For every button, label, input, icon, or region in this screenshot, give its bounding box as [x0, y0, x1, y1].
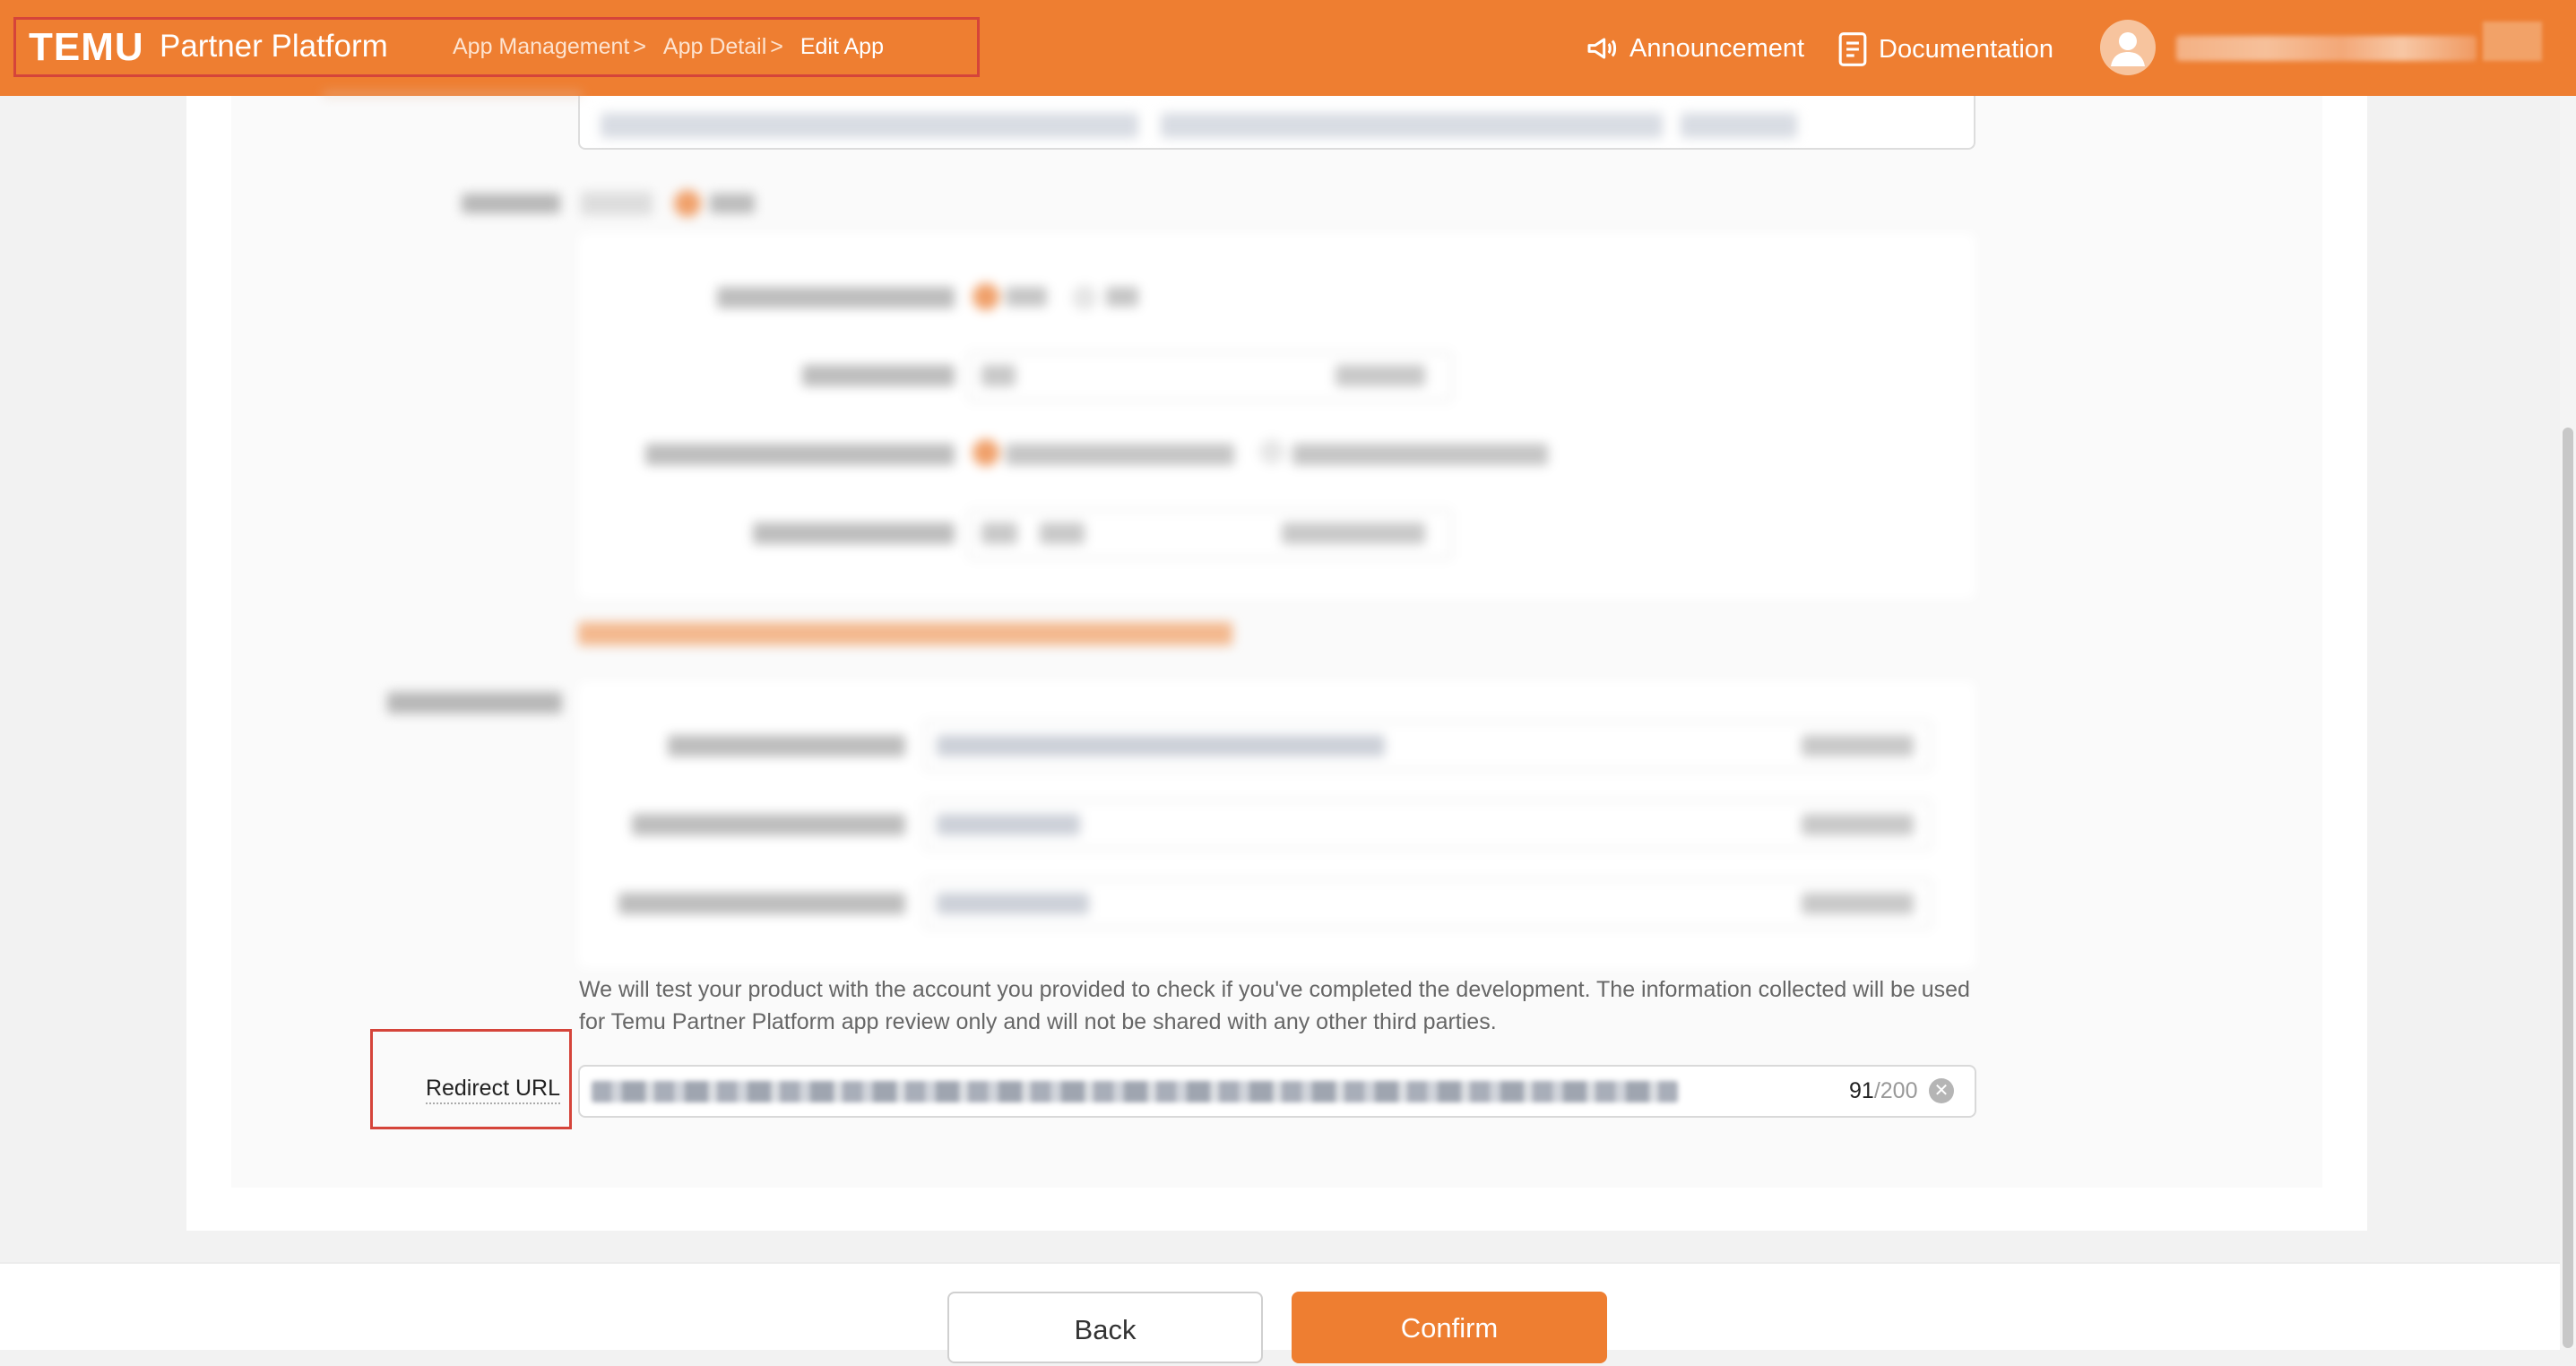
announcement-label: Announcement — [1629, 33, 1805, 63]
announcement-link[interactable]: Announcement — [1585, 30, 1804, 66]
user-icon — [2111, 32, 2145, 66]
scrollbar-thumb[interactable] — [2563, 428, 2573, 1348]
megaphone-icon — [1587, 38, 1617, 59]
redirect-url-highlight-box — [370, 1029, 572, 1129]
clear-icon[interactable]: ✕ — [1929, 1078, 1954, 1103]
user-name-redacted[interactable] — [2176, 36, 2477, 61]
action-footer — [0, 1262, 2560, 1350]
document-icon — [1838, 32, 1867, 66]
confirm-button[interactable]: Confirm — [1292, 1292, 1607, 1363]
char-count-current: 91 — [1849, 1078, 1874, 1103]
breadcrumb-highlight-box — [13, 17, 980, 77]
documentation-link[interactable]: Documentation — [1836, 30, 2053, 68]
user-menu-redacted[interactable] — [2483, 22, 2542, 61]
char-count-max: /200 — [1873, 1078, 1918, 1103]
user-avatar[interactable] — [2100, 20, 2156, 75]
back-button[interactable]: Back — [947, 1292, 1263, 1363]
test-account-notice: We will test your product with the accou… — [579, 977, 1970, 1034]
redirect-url-value-redacted[interactable] — [592, 1081, 1678, 1102]
redirect-url-char-counter: 91/200 — [1849, 1078, 1917, 1104]
documentation-label: Documentation — [1879, 34, 2054, 64]
